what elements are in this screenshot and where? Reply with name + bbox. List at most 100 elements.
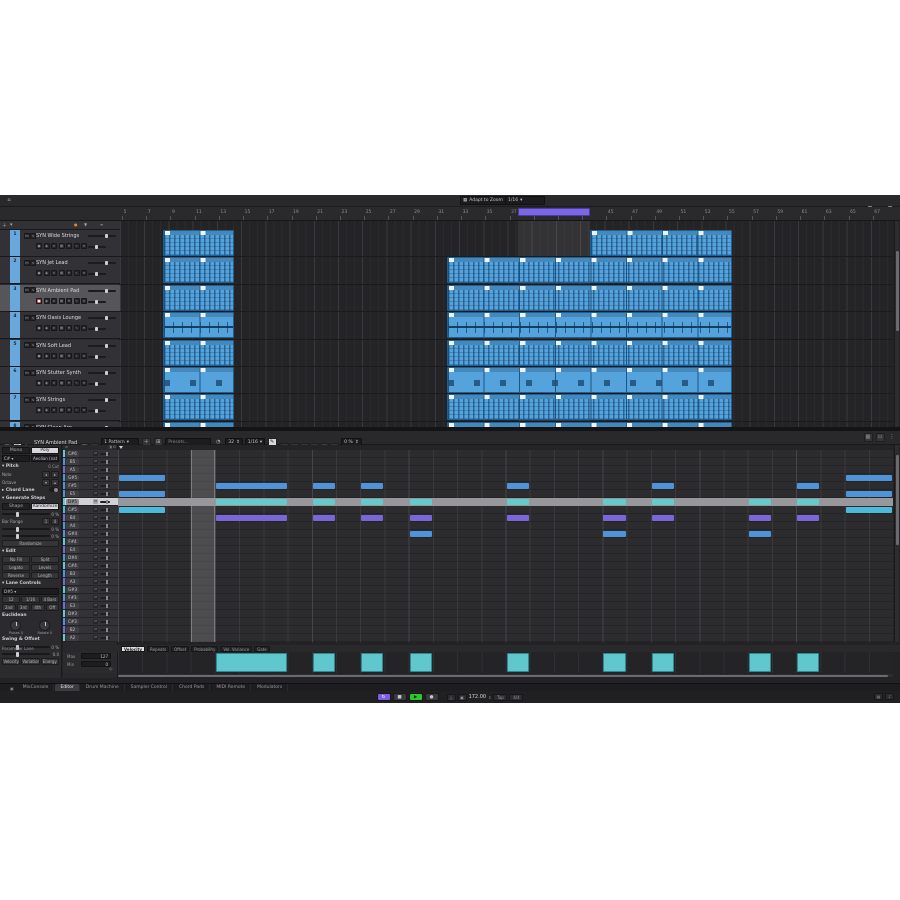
velocity-bar[interactable]	[410, 653, 432, 672]
inspector-slider[interactable]	[2, 513, 50, 515]
midi-clip[interactable]	[447, 340, 732, 366]
slider-handle[interactable]	[16, 534, 19, 539]
record-enable-icon[interactable]: ●	[36, 353, 42, 359]
pan-slider[interactable]	[88, 410, 106, 412]
lane-fader[interactable]	[100, 541, 110, 543]
record-enable-icon[interactable]: ●	[36, 325, 42, 331]
drum-lane[interactable]: C#4M	[63, 562, 118, 570]
zone-tab-modulators[interactable]: Modulators	[252, 684, 288, 691]
lane-mute-button[interactable]: M	[93, 499, 98, 504]
section-header[interactable]: ▾ Pitch0 Cut	[2, 463, 59, 470]
lane-fader[interactable]	[100, 509, 110, 511]
editor-vscrollbar[interactable]	[894, 445, 899, 642]
midi-clip[interactable]	[163, 230, 234, 256]
lane-fader-handle[interactable]	[106, 604, 108, 608]
lane-fader-handle[interactable]	[106, 524, 108, 528]
lane-mute-button[interactable]: M	[93, 515, 98, 520]
track-control-icon[interactable]: ▦	[59, 298, 65, 304]
param-tab[interactable]: Offset	[171, 646, 189, 652]
lane-fader-handle[interactable]	[106, 628, 108, 632]
note-event[interactable]	[749, 499, 771, 505]
lane-mute-button[interactable]: M	[93, 635, 98, 640]
zone-tab-chord-pads[interactable]: Chord Pads	[174, 684, 210, 691]
transport-right-icon[interactable]: ▤	[874, 693, 883, 700]
note-event[interactable]	[410, 499, 432, 505]
lane-fader[interactable]	[100, 605, 110, 607]
inspector-dropdown[interactable]: C# ▾	[2, 455, 30, 462]
note-event[interactable]	[797, 483, 819, 489]
track-panel-icon[interactable]: ≡	[100, 222, 103, 227]
editor-menu-icon[interactable]: ⋮	[888, 433, 897, 442]
lane-fader-handle[interactable]	[106, 564, 108, 568]
velocity-bar[interactable]	[313, 653, 335, 672]
volume-handle[interactable]	[105, 398, 108, 402]
lane-mute-button[interactable]: M	[93, 459, 98, 464]
note-event[interactable]	[603, 515, 625, 521]
param-tab[interactable]: Gate	[254, 646, 270, 652]
midi-clip[interactable]	[447, 367, 732, 393]
track-filter-icon[interactable]: ▼	[84, 222, 87, 227]
lane-mute-button[interactable]: M	[93, 507, 98, 512]
param-tab[interactable]: Repeats	[147, 646, 169, 652]
lane-fader-handle[interactable]	[106, 492, 108, 496]
lane-fader-handle[interactable]	[106, 452, 108, 456]
learn-icon[interactable]: ◎	[109, 666, 113, 671]
note-event[interactable]	[846, 475, 892, 481]
note-event[interactable]	[216, 515, 287, 521]
add-track-icon[interactable]: ＋	[2, 222, 7, 229]
editor-hscrollbar[interactable]	[118, 674, 893, 677]
drum-lane[interactable]: F#5M	[63, 482, 118, 490]
setting-button[interactable]: ◂	[42, 471, 50, 478]
lane-mute-button[interactable]: M	[93, 603, 98, 608]
lane-fader-handle[interactable]	[106, 548, 108, 552]
lane-mute-button[interactable]: M	[93, 475, 98, 480]
note-event[interactable]	[603, 499, 625, 505]
track-control-icon[interactable]: ∿	[74, 243, 80, 249]
lane-fader[interactable]	[100, 477, 110, 479]
midi-clip[interactable]	[447, 394, 732, 420]
volume-slider[interactable]	[88, 317, 116, 319]
drum-lane[interactable]: F#3M	[63, 594, 118, 602]
note-event[interactable]	[410, 515, 432, 521]
track-control-icon[interactable]: ❄	[66, 407, 72, 413]
midi-clip[interactable]	[447, 257, 732, 283]
lane-fader[interactable]	[100, 557, 110, 559]
pan-slider[interactable]	[88, 273, 106, 275]
track-row[interactable]: 6msSYN Stutter Synth●◉e▦❄∿≡	[0, 367, 120, 394]
pan-slider[interactable]	[88, 301, 106, 303]
pan-slider[interactable]	[88, 328, 106, 330]
inspector-slider[interactable]	[2, 653, 50, 655]
drum-lane[interactable]: B4M	[63, 514, 118, 522]
setting-button[interactable]: ▴	[51, 479, 59, 486]
volume-handle[interactable]	[105, 289, 108, 293]
drum-lane[interactable]: G#5M	[63, 474, 118, 482]
pan-handle[interactable]	[95, 272, 98, 276]
quantize-dropdown[interactable]: 1/16 ▾	[505, 196, 545, 205]
inspector-button[interactable]: Reverse	[2, 572, 30, 579]
track-control-icon[interactable]: ❄	[66, 380, 72, 386]
note-event[interactable]	[652, 515, 674, 521]
lane-fader-handle[interactable]	[106, 612, 108, 616]
metronome-icon[interactable]: △	[447, 694, 456, 701]
inspector-button[interactable]: Energy	[41, 658, 59, 665]
drum-lane[interactable]: E4M	[63, 546, 118, 554]
note-event[interactable]	[361, 515, 383, 521]
note-event[interactable]	[652, 499, 674, 505]
lane-fader-handle[interactable]	[106, 532, 108, 536]
transport-right-icon[interactable]: ♪	[885, 693, 894, 700]
track-control-icon[interactable]: ◉	[44, 407, 50, 413]
note-event[interactable]	[313, 515, 335, 521]
lane-fader[interactable]	[100, 613, 110, 615]
volume-handle[interactable]	[105, 261, 108, 265]
midi-clip[interactable]	[163, 394, 234, 420]
volume-handle[interactable]	[105, 234, 108, 238]
midi-clip[interactable]	[163, 257, 234, 283]
track-row[interactable]: 3msSYN Ambient Pad●◉e▦❄∿≡	[0, 285, 120, 312]
note-event[interactable]	[797, 499, 819, 505]
lane-fader-handle[interactable]	[106, 476, 108, 480]
lane-mute-button[interactable]: M	[93, 595, 98, 600]
track-control-icon[interactable]: ▦	[59, 353, 65, 359]
setting-button[interactable]: ▾	[42, 479, 50, 486]
lane-fader-handle[interactable]	[106, 508, 108, 512]
pan-slider[interactable]	[88, 383, 106, 385]
